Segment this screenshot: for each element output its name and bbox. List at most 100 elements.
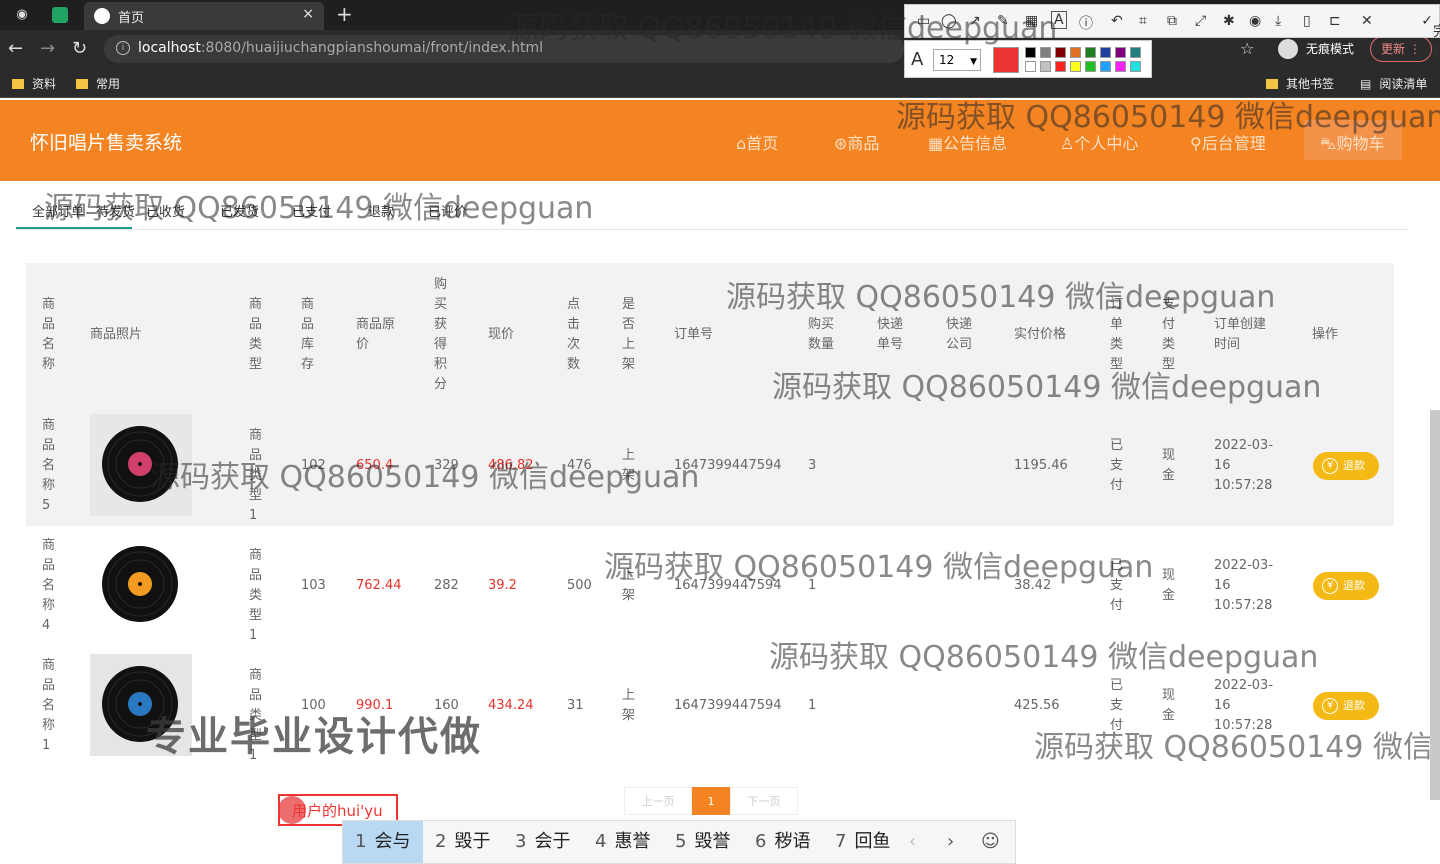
tab-received[interactable]: 已收货 xyxy=(146,201,185,220)
current-color-swatch[interactable] xyxy=(993,47,1019,73)
quantity: 3 xyxy=(808,458,817,473)
nav-admin[interactable]: ⚲后台管理 xyxy=(1190,130,1266,154)
bookmark-icon[interactable]: ⊏ xyxy=(1329,13,1341,29)
ime-candidate[interactable]: 4 惠誉 xyxy=(583,821,663,863)
tab-paid[interactable]: 已支付 xyxy=(292,201,331,220)
url-path: :8080/huaijiuchangpianshoumai/front/inde… xyxy=(200,40,544,56)
download-icon[interactable]: ⤓ xyxy=(1275,13,1281,29)
color-swatch[interactable] xyxy=(1070,61,1081,72)
nav-profile[interactable]: ♙个人中心 xyxy=(1060,130,1138,154)
product-photo[interactable] xyxy=(90,414,192,516)
bookmark-folder[interactable]: 其他书签 xyxy=(1266,75,1334,92)
active-tab-indicator xyxy=(16,227,132,229)
next-page-button[interactable]: 下一页 xyxy=(730,787,798,815)
pen-tool-icon[interactable]: ✎ xyxy=(997,13,1009,29)
current-price: 434.24 xyxy=(488,698,534,713)
forward-icon[interactable]: → xyxy=(40,38,55,59)
folder-icon xyxy=(76,79,88,89)
emoji-icon[interactable]: ☺ xyxy=(981,831,1000,852)
candidate-text: 会于 xyxy=(534,831,571,852)
refund-button[interactable]: ¥ 退款 xyxy=(1313,572,1379,600)
ime-candidate[interactable]: 5 毁誉 xyxy=(663,821,743,863)
color-swatch[interactable] xyxy=(1025,47,1036,58)
font-size-select[interactable]: 12 ▼ xyxy=(933,49,981,71)
close-icon[interactable]: × xyxy=(302,6,314,22)
tab-all-orders[interactable]: 全部订单 xyxy=(32,201,84,220)
done-button[interactable]: ✓ 完成 xyxy=(1421,13,1440,60)
ime-candidate[interactable]: 6 秽语 xyxy=(743,821,823,863)
vinyl-record-icon xyxy=(102,546,178,622)
browser-menu-icon[interactable]: ◉ xyxy=(12,5,32,25)
order-type: 已支付 xyxy=(1110,438,1124,493)
color-swatch[interactable] xyxy=(1055,61,1066,72)
url-field[interactable]: i localhost:8080/huaijiuchangpianshoumai… xyxy=(104,35,904,63)
ocr-tool-icon[interactable]: ⓘ xyxy=(1079,13,1093,33)
color-swatch[interactable] xyxy=(1115,47,1126,58)
candidate-text: 毁誉 xyxy=(694,831,731,852)
reading-list[interactable]: ▤ 阅读清单 xyxy=(1360,75,1427,92)
color-swatch[interactable] xyxy=(1100,47,1111,58)
color-swatch[interactable] xyxy=(1055,47,1066,58)
ime-candidate[interactable]: 2 毁于 xyxy=(423,821,503,863)
phone-icon[interactable]: ▯ xyxy=(1303,13,1311,29)
rectangle-tool-icon[interactable]: ▭ xyxy=(917,13,930,29)
bookmark-folder[interactable]: 常用 xyxy=(76,75,120,92)
ellipse-tool-icon[interactable]: ◯ xyxy=(941,13,957,29)
tab-home[interactable]: 首页 × xyxy=(84,2,324,30)
color-swatch[interactable] xyxy=(1040,47,1051,58)
ime-candidate[interactable]: 7 回鱼 xyxy=(823,821,903,863)
arrow-tool-icon[interactable]: ↗ xyxy=(969,13,981,29)
header-pay-type: 支付类型 xyxy=(1162,297,1176,372)
candidate-text: 秽语 xyxy=(774,831,811,852)
ime-prev-icon[interactable]: ‹ xyxy=(909,831,916,852)
text-tool-icon[interactable]: A xyxy=(1051,11,1067,29)
color-swatch[interactable] xyxy=(1025,61,1036,72)
tab-refund[interactable]: 退款 xyxy=(368,201,394,220)
color-swatch[interactable] xyxy=(1100,61,1111,72)
nav-notices[interactable]: ▦公告信息 xyxy=(928,130,1007,154)
ime-next-icon[interactable]: › xyxy=(947,831,954,852)
bookmark-label: 其他书签 xyxy=(1286,77,1335,91)
header-stock: 商品库存 xyxy=(301,297,315,372)
color-swatch[interactable] xyxy=(1085,47,1096,58)
undo-icon[interactable]: ↶ xyxy=(1111,13,1123,29)
product-photo[interactable] xyxy=(90,534,192,636)
tab-pending-shipment[interactable]: 待发货 xyxy=(96,201,135,220)
color-swatch[interactable] xyxy=(1085,61,1096,72)
bookmark-folder[interactable]: 资料 xyxy=(12,75,56,92)
refund-button[interactable]: ¥ 退款 xyxy=(1313,452,1379,480)
reload-icon[interactable]: ↻ xyxy=(72,38,87,59)
pin-icon[interactable]: ✱ xyxy=(1223,13,1235,29)
sheets-tab-icon[interactable] xyxy=(52,7,68,23)
mosaic-tool-icon[interactable]: ▦ xyxy=(1025,13,1038,29)
back-icon[interactable]: ← xyxy=(8,38,23,59)
nav-home[interactable]: ⌂首页 xyxy=(736,130,778,154)
info-icon[interactable]: i xyxy=(116,41,130,55)
page-scrollbar[interactable] xyxy=(1430,410,1440,800)
refund-button[interactable]: ¥ 退款 xyxy=(1313,692,1379,720)
color-swatch[interactable] xyxy=(1115,61,1126,72)
ime-candidate[interactable]: 1 会与 xyxy=(343,821,423,863)
color-swatch[interactable] xyxy=(1070,47,1081,58)
color-swatch[interactable] xyxy=(1040,61,1051,72)
nav-cart[interactable]: ⛍购物车 xyxy=(1304,120,1402,160)
close-icon[interactable]: ✕ xyxy=(1361,13,1373,29)
prev-page-button[interactable]: 上一页 xyxy=(624,787,692,815)
tab-reviewed[interactable]: 已评价 xyxy=(428,201,467,220)
tab-shipped[interactable]: 已发货 xyxy=(220,201,259,220)
nav-label: 商品 xyxy=(847,134,880,153)
color-swatch[interactable] xyxy=(1130,61,1141,72)
record-icon[interactable]: ◉ xyxy=(1249,13,1261,29)
copy-icon[interactable]: ⧉ xyxy=(1167,13,1177,29)
fullscreen-icon[interactable]: ⤢ xyxy=(1195,13,1206,29)
crop-icon[interactable]: ⌗ xyxy=(1139,13,1147,29)
yen-icon: ¥ xyxy=(1322,578,1338,594)
points: 329 xyxy=(434,458,459,473)
nav-products[interactable]: ⊛商品 xyxy=(834,130,879,154)
product-type: 商品类型1 xyxy=(249,428,263,523)
color-swatch[interactable] xyxy=(1130,47,1141,58)
ime-candidate[interactable]: 3 会于 xyxy=(503,821,583,863)
new-tab-button[interactable]: + xyxy=(336,2,353,26)
click-count: 500 xyxy=(567,578,592,593)
page-button[interactable]: 1 xyxy=(692,787,730,815)
